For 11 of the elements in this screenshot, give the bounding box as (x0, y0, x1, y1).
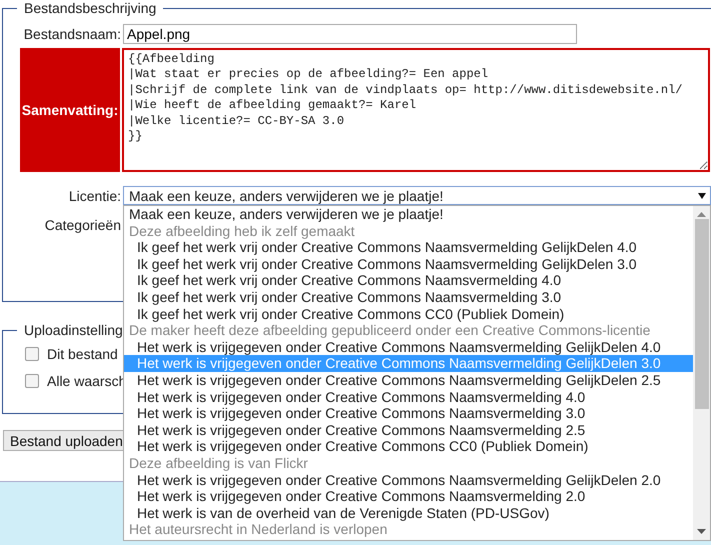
field-label: Licentie: (68, 188, 122, 204)
field-label: Bestandsnaam: (22, 26, 122, 42)
field-label: Categorieën (44, 217, 122, 233)
fieldset-legend: Uploadinstelling (17, 322, 130, 338)
fieldset-legend: Bestandsbeschrijving (17, 0, 164, 16)
field-label: Samenvatting: (20, 48, 120, 172)
option-group-label: Deze afbeelding is van Flickr (128, 454, 309, 472)
option-group-label: De maker heeft deze afbeelding gepubliceerd onder een Creative Commons-licentie (128, 322, 652, 339)
option-group-label: Het auteursrecht in Nederland is verlopen (128, 521, 388, 538)
checkbox-label: Dit bestand (47, 346, 118, 362)
option-group-label: Deze afbeelding heb ik zelf gemaakt (128, 222, 356, 240)
